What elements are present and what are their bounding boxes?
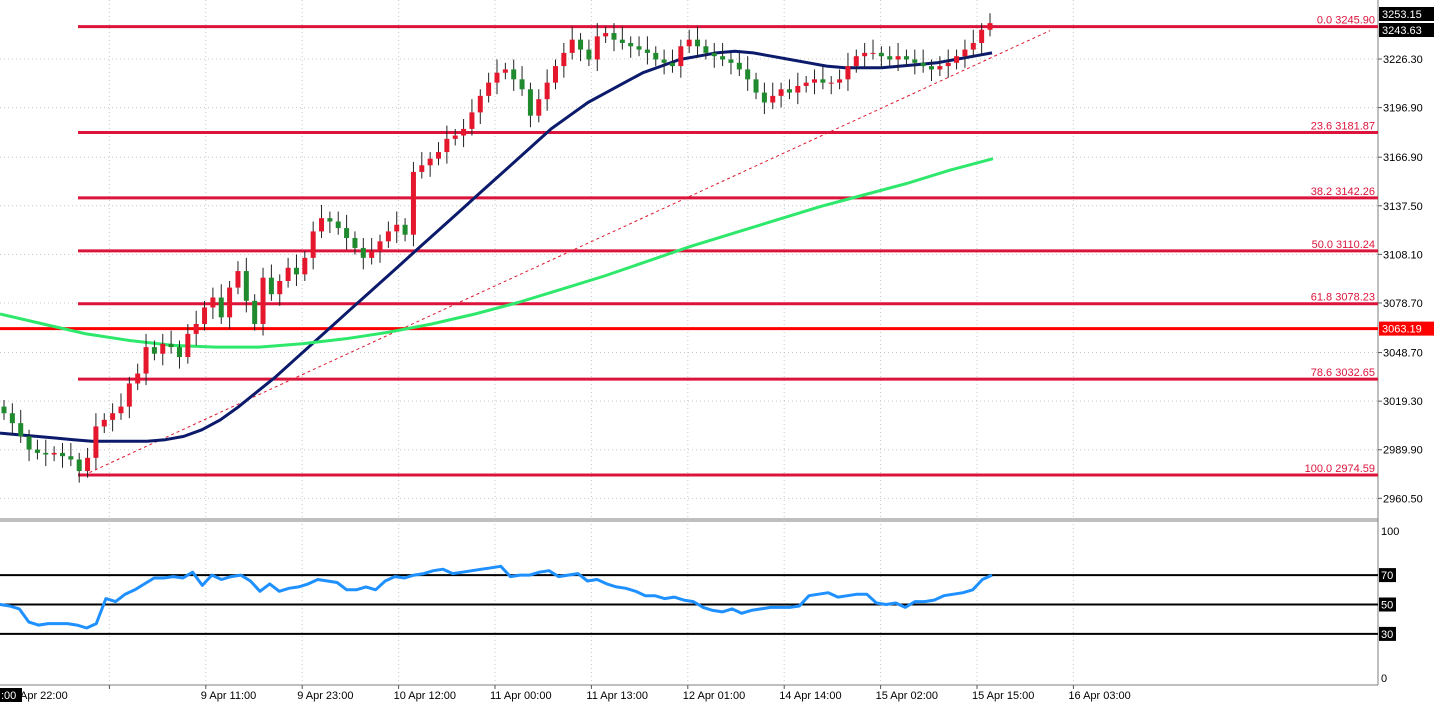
price-tick-label: 2989.90 — [1383, 445, 1423, 457]
svg-text:15 Apr 15:00: 15 Apr 15:00 — [972, 690, 1034, 702]
fib-level-label: 23.6 3181.87 — [1311, 120, 1375, 132]
svg-text:50: 50 — [1381, 600, 1393, 612]
fib-level-label: 0.0 3245.90 — [1317, 15, 1375, 27]
svg-text:100: 100 — [1381, 526, 1399, 538]
time-tick-label: :00 — [0, 688, 22, 702]
svg-text:70: 70 — [1381, 570, 1393, 582]
fib-level-label: 50.0 3110.24 — [1312, 239, 1375, 251]
svg-text:9 Apr 11:00: 9 Apr 11:00 — [201, 690, 256, 702]
svg-text:3063.19: 3063.19 — [1382, 324, 1422, 336]
svg-text:11 Apr 13:00: 11 Apr 13:00 — [586, 690, 648, 702]
svg-text:14 Apr 14:00: 14 Apr 14:00 — [779, 690, 841, 702]
price-tick-label: 2960.50 — [1383, 493, 1423, 505]
chart-svg: 3226.303196.903166.903137.503108.103078.… — [0, 0, 1443, 711]
price-axis-marker: 3243.63 — [1379, 23, 1434, 37]
price-tick-label: 3196.90 — [1383, 103, 1423, 115]
svg-text:9 Apr 23:00: 9 Apr 23:00 — [297, 690, 353, 702]
chart: 3226.30 3196.90 3166.90 3137.50 3108.10 3078.… — [0, 0, 1443, 711]
fib-level-label: 61.8 3078.23 — [1311, 292, 1375, 304]
svg-text:16 Apr 03:00: 16 Apr 03:00 — [1068, 690, 1130, 702]
svg-text:12 Apr 01:00: 12 Apr 01:00 — [683, 690, 745, 702]
rsi-axis-label: 0 — [1381, 673, 1387, 685]
price-tick-label: 3166.90 — [1383, 152, 1423, 164]
fib-level-label: 100.0 2974.59 — [1305, 463, 1375, 475]
price-tick-label: 3108.10 — [1383, 249, 1423, 261]
price-tick-label: 3226.30 — [1383, 54, 1423, 66]
price-axis-marker: 3253.15 — [1379, 7, 1434, 21]
price-axis-marker: 3063.19 — [1379, 321, 1434, 336]
price-tick-label: 3137.50 — [1383, 201, 1423, 213]
rsi-axis-label: 30 — [1379, 626, 1396, 641]
price-tick-label: 3078.70 — [1383, 298, 1423, 310]
rsi-axis-label: 70 — [1379, 568, 1396, 583]
svg-text:3243.63: 3243.63 — [1382, 25, 1422, 37]
svg-text:0: 0 — [1381, 673, 1387, 685]
svg-text:Apr 22:00: Apr 22:00 — [20, 690, 68, 702]
rsi-axis-label: 100 — [1381, 526, 1399, 538]
svg-text:11 Apr 00:00: 11 Apr 00:00 — [490, 690, 552, 702]
svg-text:10 Apr 12:00: 10 Apr 12:00 — [394, 690, 456, 702]
svg-text:3253.15: 3253.15 — [1382, 9, 1422, 21]
price-tick-label: 3019.30 — [1383, 396, 1423, 408]
candle — [410, 161, 416, 247]
fib-level-label: 38.2 3142.26 — [1311, 186, 1375, 198]
price-tick-label: 3048.70 — [1383, 348, 1423, 360]
fib-level-label: 78.6 3032.65 — [1311, 367, 1375, 379]
rsi-axis-label: 50 — [1379, 597, 1396, 612]
svg-text::00: :00 — [1, 690, 16, 702]
svg-text:30: 30 — [1381, 629, 1393, 641]
svg-text:15 Apr 02:00: 15 Apr 02:00 — [876, 690, 938, 702]
